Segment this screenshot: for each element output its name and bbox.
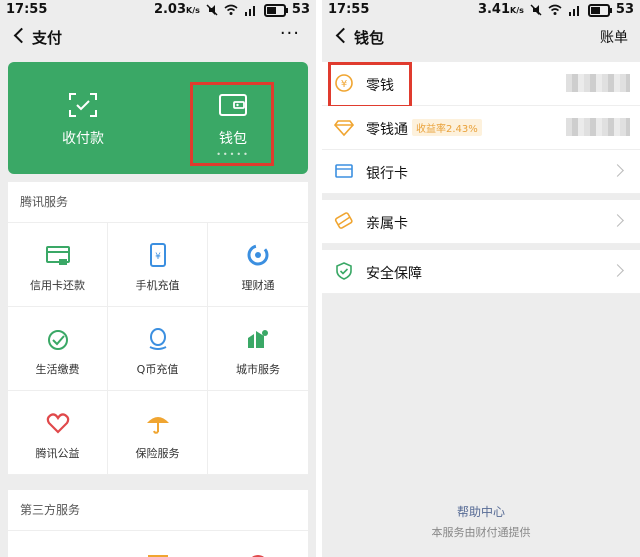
right-screen-wallet: 17:55 3.41K/s 53 钱包 账单 ¥ 零钱 零钱通 收益率2.43% [322, 0, 640, 557]
bank-card-icon [335, 164, 353, 178]
wealth-icon [247, 244, 269, 266]
signal-icon [568, 5, 579, 16]
section-title: 第三方服务 [8, 490, 308, 531]
battery-icon [587, 4, 612, 17]
status-bar: 17:55 2.03K/s 53 [0, 0, 316, 20]
family-card-icon [334, 212, 353, 229]
utility-icon [47, 330, 68, 350]
blurred-balance [566, 74, 630, 92]
left-screen-pay: 17:55 2.03K/s 53 支付 ··· 收付款 钱包 ••••• 腾讯服… [0, 0, 316, 557]
mute-icon [530, 3, 542, 16]
wifi-icon [548, 4, 562, 15]
service-qq-coin[interactable]: Q币充值 [108, 307, 208, 391]
network-speed: 3.41K/s [477, 2, 524, 17]
chevron-right-icon [611, 214, 624, 227]
service-city[interactable]: 城市服务 [208, 307, 308, 391]
scan-check-icon [69, 93, 97, 117]
nav-bar: 支付 ··· [0, 20, 316, 54]
wallet-item-bank-card[interactable]: 银行卡 [322, 150, 640, 194]
wallet-item-family-card[interactable]: 亲属卡 [322, 200, 640, 244]
insurance-icon [146, 417, 169, 434]
service-charity[interactable]: 腾讯公益 [8, 391, 108, 475]
diamond-icon [334, 120, 354, 137]
charity-icon [46, 413, 69, 434]
more-button[interactable]: ··· [280, 23, 300, 44]
status-bar: 17:55 3.41K/s 53 [322, 0, 640, 20]
wifi-icon [224, 4, 238, 15]
service-insurance[interactable]: 保险服务 [108, 391, 208, 475]
tencent-services-section: 腾讯服务 信用卡还款 ¥ 手机充值 理财通 生活缴费 Q币充值 城市服务 腾讯公… [8, 182, 308, 475]
third-party-section: 第三方服务 [8, 490, 308, 557]
chevron-right-icon [611, 264, 624, 277]
service-empty [208, 391, 308, 475]
receive-pay-button[interactable]: 收付款 [8, 62, 158, 174]
city-icon [248, 330, 268, 348]
service-wealth[interactable]: 理财通 [208, 223, 308, 307]
page-title: 钱包 [354, 29, 385, 47]
provider-note: 本服务由财付通提供 [431, 526, 531, 539]
wallet-item-security[interactable]: 安全保障 [322, 250, 640, 294]
battery-level: 53 [615, 2, 634, 17]
blurred-balance [566, 118, 630, 136]
credit-card-icon [45, 246, 70, 265]
page-title: 支付 [32, 29, 63, 47]
chevron-right-icon [611, 164, 624, 177]
mute-icon [206, 3, 218, 16]
status-time: 17:55 [328, 2, 370, 17]
service-phone-recharge[interactable]: ¥ 手机充值 [108, 223, 208, 307]
shield-icon [336, 262, 352, 280]
wallet-item-change-pass[interactable]: 零钱通 收益率2.43% [322, 106, 640, 150]
help-center-link[interactable]: 帮助中心 [322, 503, 640, 520]
battery-icon [263, 4, 288, 17]
status-time: 17:55 [6, 2, 48, 17]
section-title: 腾讯服务 [8, 182, 308, 223]
back-icon[interactable] [332, 26, 352, 46]
nav-bar: 钱包 账单 [322, 20, 640, 54]
battery-level: 53 [291, 2, 310, 17]
service-credit-card[interactable]: 信用卡还款 [8, 223, 108, 307]
svg-text:¥: ¥ [155, 252, 161, 262]
highlight-box [190, 82, 274, 166]
yield-badge: 收益率2.43% [412, 119, 482, 136]
receive-pay-label: 收付款 [62, 131, 104, 147]
highlight-box [328, 62, 412, 108]
signal-icon [244, 5, 255, 16]
network-speed: 2.03K/s [153, 2, 200, 17]
back-icon[interactable] [10, 26, 30, 46]
phone-recharge-icon: ¥ [149, 243, 166, 267]
service-utility[interactable]: 生活缴费 [8, 307, 108, 391]
bill-button[interactable]: 账单 [600, 27, 628, 47]
qq-coin-icon [149, 328, 166, 350]
